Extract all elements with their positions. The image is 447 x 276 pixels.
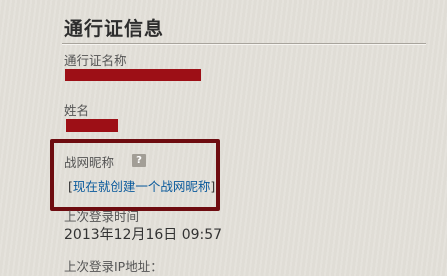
last-login-value: 2013年12月16日 09:57 — [64, 227, 223, 243]
account-name-redacted — [65, 69, 201, 81]
battletag-label: 战网昵称 — [64, 155, 115, 170]
account-name-label: 通行证名称 — [64, 53, 127, 68]
name-label: 姓名 — [64, 103, 90, 118]
help-icon[interactable]: ? — [132, 154, 146, 167]
account-info-panel: 通行证信息 通行证名称 姓名 战网昵称 ? [现在就创建一个战网昵称] 上次登录… — [0, 0, 447, 276]
name-redacted — [66, 119, 118, 132]
last-ip-label: 上次登录IP地址： — [64, 259, 163, 274]
create-battletag-link-text[interactable]: 现在就创建一个战网昵称 — [73, 179, 211, 194]
last-login-label: 上次登录时间 — [64, 209, 140, 224]
link-close-bracket: ] — [210, 179, 216, 194]
section-title: 通行证信息 — [64, 18, 165, 40]
create-battletag-link[interactable]: [现在就创建一个战网昵称] — [68, 176, 215, 195]
battletag-highlight-box — [50, 139, 220, 211]
title-divider — [62, 43, 426, 45]
